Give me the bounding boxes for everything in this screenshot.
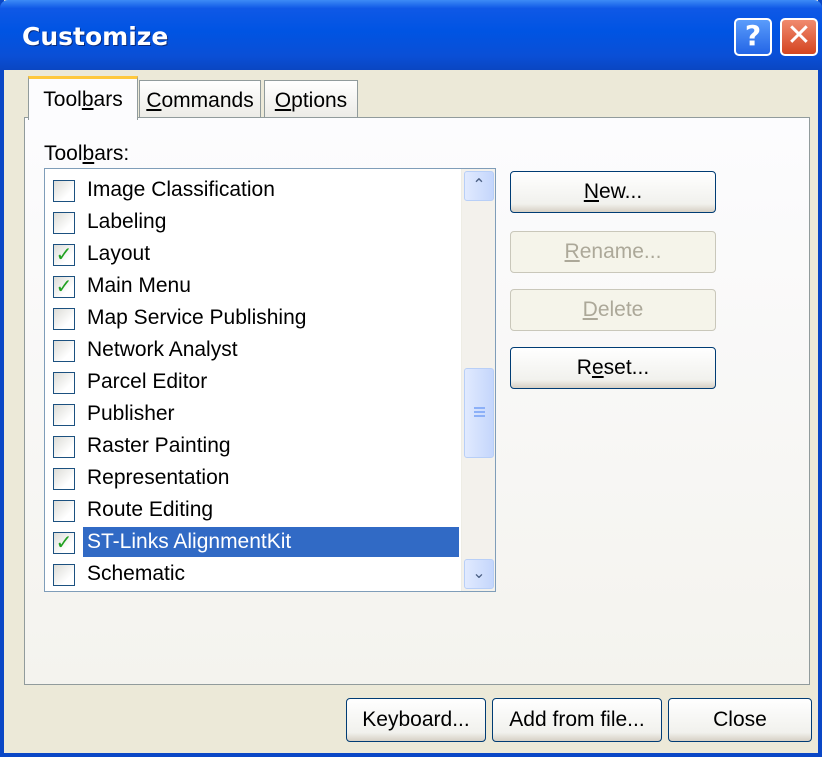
label-text: ars: [94,142,130,165]
toolbar-checkbox[interactable] [53,436,75,458]
toolbar-checkbox[interactable] [53,404,75,426]
window-title: Customize [22,22,169,51]
toolbar-checkbox[interactable] [53,468,75,490]
toolbar-checkbox[interactable] [53,308,75,330]
checkmark-icon: ✓ [55,244,73,266]
button-label: ename... [579,240,662,263]
delete-button[interactable]: Delete [510,289,716,331]
button-label: R [576,356,592,379]
close-icon: ✕ [786,18,812,53]
label-text: Tool [44,142,83,165]
list-item[interactable]: Image Classification [49,175,461,207]
list-item-label: Layout [87,242,151,265]
tab-options[interactable]: Options [264,80,358,118]
list-item[interactable]: Raster Painting [49,431,461,463]
chevron-down-icon: ⌄ [472,565,486,582]
tab-toolbars[interactable]: Toolbars [28,76,138,120]
close-button[interactable]: Close [668,698,812,742]
toolbar-checkbox[interactable] [53,340,75,362]
toolbar-checkbox[interactable] [53,500,75,522]
list-item[interactable]: Schematic [49,559,461,591]
tab-label: ptions [291,89,348,112]
list-item-label: Image Classification [87,178,275,201]
list-item[interactable]: ✓ ST-Links AlignmentKit [49,527,461,559]
toolbar-checkbox[interactable]: ✓ [53,276,75,298]
list-item[interactable]: Route Editing [49,495,461,527]
list-item-label: Main Menu [87,274,191,297]
button-label: elete [597,298,644,321]
toolbar-checkbox[interactable] [53,212,75,234]
grip-line [474,407,485,409]
label-accelerator: b [82,142,95,165]
toolbars-list-label: Toolbars: [44,142,129,166]
toolbar-checkbox[interactable] [53,564,75,586]
list-item[interactable]: Publisher [49,399,461,431]
button-accelerator: N [583,180,599,203]
tab-accelerator: b [81,88,94,111]
list-item-label: Map Service Publishing [87,306,307,329]
button-accelerator: D [582,298,598,321]
list-item[interactable]: Parcel Editor [49,367,461,399]
tab-label: Tool [43,88,82,111]
button-label: ew... [598,180,643,203]
chevron-up-icon: ⌃ [472,177,486,194]
toolbar-checkbox[interactable]: ✓ [53,244,75,266]
list-item-label: Network Analyst [87,338,238,361]
scroll-thumb[interactable] [464,368,494,458]
scroll-up-button[interactable]: ⌃ [464,171,494,201]
close-window-button[interactable]: ✕ [780,18,818,56]
rename-button[interactable]: Rename... [510,231,716,273]
grip-line [474,415,485,417]
list-item-label: ST-Links AlignmentKit [83,527,459,557]
scroll-down-button[interactable]: ⌄ [464,559,494,589]
list-item-label: Publisher [87,402,175,425]
list-item[interactable]: Network Analyst [49,335,461,367]
list-item[interactable]: Labeling [49,207,461,239]
toolbar-checkbox[interactable]: ✓ [53,532,75,554]
tab-label: ommands [161,89,254,112]
tab-commands[interactable]: Commands [139,80,261,118]
new-button[interactable]: New... [510,171,716,213]
list-item[interactable]: Map Service Publishing [49,303,461,335]
list-item-label: Labeling [87,210,167,233]
vertical-scrollbar[interactable]: ⌃ ⌄ [461,169,495,591]
checkmark-icon: ✓ [55,532,73,554]
toolbar-checkbox[interactable] [53,180,75,202]
list-item[interactable]: ✓ Layout [49,239,461,271]
help-button[interactable]: ? [734,18,772,56]
button-label: set... [603,356,650,379]
button-accelerator: e [591,356,604,379]
title-bar[interactable]: Customize ? ✕ [0,0,822,70]
keyboard-button[interactable]: Keyboard... [346,698,486,742]
reset-button[interactable]: Reset... [510,347,716,389]
list-item-label: Schematic [87,562,186,585]
grip-line [474,411,485,413]
button-accelerator: R [564,240,580,263]
tab-accelerator: O [274,89,292,112]
tab-accelerator: C [146,89,162,112]
checkmark-icon: ✓ [55,276,73,298]
list-item-label: Route Editing [87,498,214,521]
list-item-label: Representation [87,466,230,489]
toolbar-checkbox[interactable] [53,372,75,394]
list-item-label: Parcel Editor [87,370,208,393]
tab-label: ars [93,88,123,111]
list-item-label: Raster Painting [87,434,231,457]
toolbars-listbox[interactable]: Image Classification Labeling ✓ Layout ✓ Main… [44,168,496,592]
add-from-file-button[interactable]: Add from file... [492,698,662,742]
list-item[interactable]: Representation [49,463,461,495]
list-item[interactable]: ✓ Main Menu [49,271,461,303]
